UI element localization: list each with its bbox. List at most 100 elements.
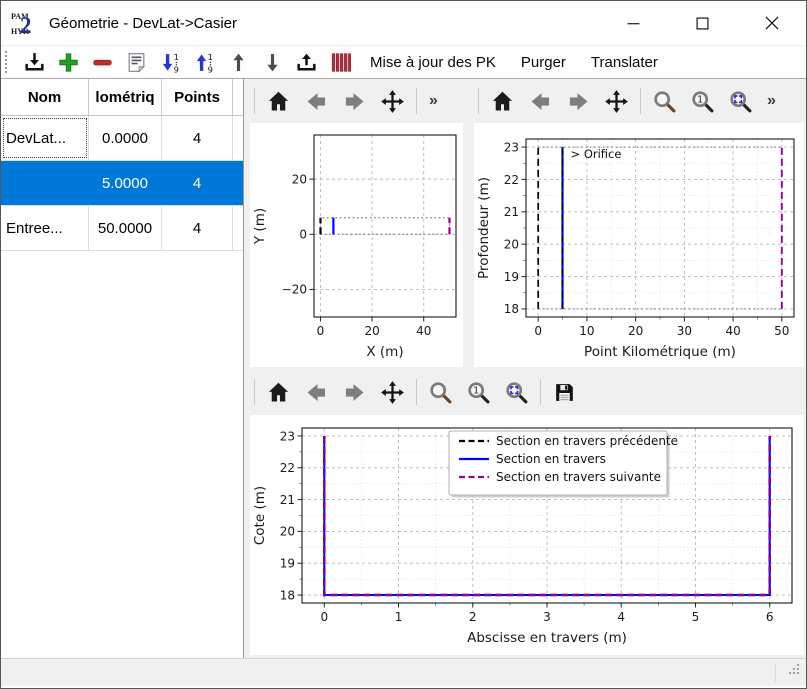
cross-section-figure: 0123456181920212223Abscisse en travers (… [250,415,804,655]
export-icon [294,50,319,75]
home-button[interactable] [264,378,293,407]
back-icon [304,380,329,405]
add-button[interactable] [55,49,82,76]
zoom-one-button[interactable]: 1 [464,378,493,407]
maximize-button[interactable] [668,1,737,45]
zoom-fit-button[interactable] [726,87,755,116]
back-button[interactable] [526,87,555,116]
pan-button[interactable] [378,87,407,116]
toolbar-overflow-button[interactable]: » [764,92,779,110]
delete-button[interactable] [89,49,116,76]
app-window: PAM HYR 2 Géometrie - DevLat->Casier [0,0,807,689]
main-toolbar: 1919 Mise à jour des PK Purger Translate… [1,45,806,79]
pan-button[interactable] [602,87,631,116]
table-cell[interactable]: 4 [162,116,233,160]
home-icon [490,89,515,114]
table-row[interactable]: DevLat...0.00004 [1,116,243,161]
move-up-button[interactable] [225,49,252,76]
table-cell[interactable]: 50.0000 [89,206,162,250]
save-icon [552,380,577,405]
cross-section-plot[interactable]: 0123456181920212223Abscisse en travers (… [250,415,804,655]
home-button[interactable] [264,87,293,116]
zoom-button[interactable] [426,378,455,407]
svg-text:Y (m): Y (m) [252,208,268,245]
svg-text:Section en travers précédente: Section en travers précédente [496,434,678,448]
edit-button[interactable] [123,49,150,76]
plan-view-plot[interactable]: 02040−20020X (m)Y (m) [250,123,463,367]
svg-text:Section en travers suivante: Section en travers suivante [496,470,661,484]
sort-descending-button[interactable]: 19 [157,49,184,76]
svg-text:0: 0 [320,610,328,624]
home-button[interactable] [488,87,517,116]
svg-text:22: 22 [280,461,295,475]
svg-text:9: 9 [208,64,213,74]
back-button[interactable] [302,87,331,116]
minimize-button[interactable] [599,1,668,45]
column-header-nom[interactable]: Nom [1,79,89,115]
svg-text:Cote (m): Cote (m) [252,486,268,545]
svg-text:20: 20 [628,324,643,338]
svg-text:0: 0 [299,228,307,242]
svg-text:40: 40 [416,324,431,338]
back-button[interactable] [302,378,331,407]
table-row-filler [233,206,243,250]
cross-section-nav-toolbar: 1 [244,369,806,415]
toolbar-separator [416,379,417,405]
forward-button[interactable] [340,87,369,116]
profile-nav-toolbar: 1» [468,79,806,123]
minimize-icon [627,17,640,30]
pan-icon [604,89,629,114]
window-controls [599,1,806,45]
forward-button[interactable] [340,378,369,407]
update-pk-button[interactable]: Mise à jour des PK [361,50,505,75]
svg-text:23: 23 [504,140,519,154]
svg-text:Abscisse en travers (m): Abscisse en travers (m) [467,630,627,646]
table-row-filler [233,116,243,160]
save-button[interactable] [550,378,579,407]
table-cell[interactable]: DevLat... [1,116,89,160]
table-row[interactable]: Entree...50.00004 [1,206,243,251]
maximize-icon [696,17,709,30]
svg-text:2: 2 [469,610,477,624]
title-bar[interactable]: PAM HYR 2 Géometrie - DevLat->Casier [1,1,806,45]
back-icon [304,89,329,114]
translate-button[interactable]: Translater [582,50,667,75]
table-cell[interactable]: 4 [162,206,233,250]
update-stripes-button[interactable] [327,49,354,76]
svg-text:18: 18 [280,588,295,602]
pan-button[interactable] [378,378,407,407]
export-button[interactable] [293,49,320,76]
toolbar-separator [640,88,641,114]
profile-plot[interactable]: 01020304050181920212223> OrificePoint Ki… [474,123,804,367]
sort-ascending-button[interactable]: 19 [191,49,218,76]
table-cell[interactable]: 4 [162,161,233,205]
forward-button[interactable] [564,87,593,116]
table-cell[interactable] [1,161,89,205]
svg-text:0: 0 [317,324,325,338]
zoom-button[interactable] [650,87,679,116]
column-header-points[interactable]: Points [162,79,233,115]
column-header-kilometrique[interactable]: lométriq [89,79,162,115]
table-cell[interactable]: Entree... [1,206,89,250]
svg-text:1: 1 [473,385,479,396]
zoom-fit-button[interactable] [502,378,531,407]
purge-button[interactable]: Purger [512,50,575,75]
toolbar-separator [478,88,479,114]
profile-figure: 01020304050181920212223> OrificePoint Ki… [474,123,804,367]
move-down-button[interactable] [259,49,286,76]
import-button[interactable] [21,49,48,76]
zoom-one-button[interactable]: 1 [688,87,717,116]
svg-text:50: 50 [774,324,789,338]
svg-text:1: 1 [208,52,213,62]
toolbar-separator [540,379,541,405]
table-cell[interactable]: 0.0000 [89,116,162,160]
table-cell[interactable]: 5.0000 [89,161,162,205]
toolbar-overflow-button[interactable]: » [426,92,441,110]
svg-text:21: 21 [504,205,519,219]
zoom-icon [652,89,677,114]
close-button[interactable] [737,1,806,45]
table-row[interactable]: 5.00004 [1,161,243,206]
resize-grip-icon[interactable] [787,662,801,681]
toolbar-drag-handle[interactable] [5,51,10,73]
window-title: Géometrie - DevLat->Casier [49,15,237,32]
